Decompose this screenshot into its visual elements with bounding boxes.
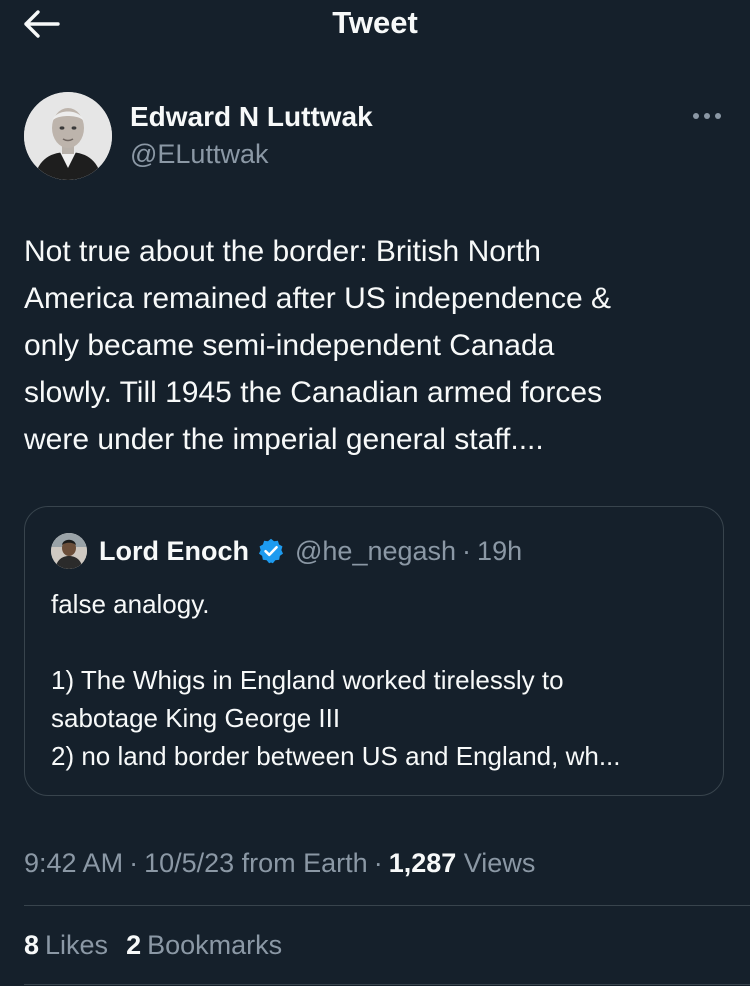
tweet-time: 9:42 AM — [24, 848, 124, 878]
verified-badge — [257, 537, 285, 565]
likes-label: Likes — [45, 930, 109, 960]
tweet-text: Not true about the border: British North… — [24, 235, 611, 456]
views[interactable]: 1,287 Views — [389, 848, 536, 878]
author-handle[interactable]: @ELuttwak — [130, 138, 268, 170]
quoted-text-line: false analogy. — [51, 589, 210, 619]
divider — [24, 984, 750, 985]
quoted-text-line: 2) no land border between US and England… — [51, 741, 621, 771]
likes-count: 8 — [24, 930, 40, 960]
tweet-date-source: 10/5/23 from Earth — [144, 848, 368, 878]
author-name[interactable]: Edward N Luttwak — [130, 100, 373, 134]
verified-badge-icon — [258, 538, 284, 564]
author-avatar[interactable] — [24, 92, 112, 180]
more-horizontal-icon — [693, 113, 721, 119]
top-bar: Tweet — [0, 0, 750, 48]
quoted-time: 19h — [477, 536, 523, 566]
page-title: Tweet — [332, 5, 418, 40]
more-options-button[interactable] — [690, 106, 724, 126]
meta-separator: · — [373, 848, 383, 878]
bookmarks-count: 2 — [126, 930, 142, 960]
quoted-tweet-text: false analogy. 1) The Whigs in England w… — [51, 585, 711, 775]
quoted-tweet-header: Lord Enoch @he_negash · 19h — [51, 533, 522, 569]
quoted-author-avatar — [51, 533, 87, 569]
likes-link[interactable]: 8 Likes — [24, 928, 108, 962]
tweet-meta: 9:42 AM · 10/5/23 from Earth · 1,287 Views — [24, 846, 535, 880]
quoted-tweet-card[interactable]: Lord Enoch @he_negash · 19h false analog… — [24, 506, 724, 796]
bookmarks-link[interactable]: 2 Bookmarks — [126, 928, 282, 962]
quoted-author-avatar-image — [51, 533, 87, 569]
divider — [24, 905, 750, 906]
quoted-text-line: 1) The Whigs in England worked tirelessl… — [51, 665, 564, 695]
meta-separator: · — [129, 848, 139, 878]
engagement-stats: 8 Likes 2 Bookmarks — [24, 928, 300, 962]
bookmarks-label: Bookmarks — [147, 930, 283, 960]
quoted-text-line: sabotage King George III — [51, 703, 341, 733]
views-label: Views — [463, 848, 536, 878]
views-count: 1,287 — [388, 848, 457, 878]
quoted-text-line — [51, 623, 711, 661]
author-avatar-image — [24, 92, 112, 180]
quoted-author-handle: @he_negash — [295, 536, 457, 566]
quoted-separator: · — [462, 536, 472, 566]
quoted-author-name: Lord Enoch — [99, 536, 249, 566]
